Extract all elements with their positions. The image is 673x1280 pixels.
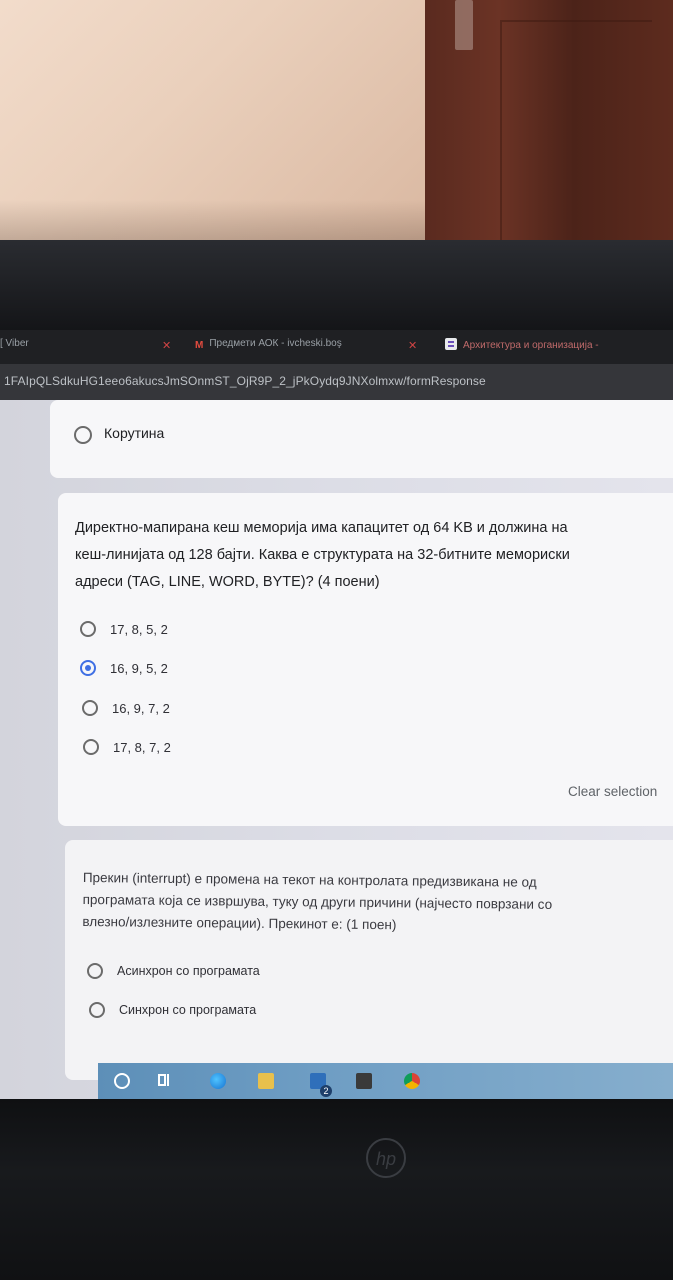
- chrome-icon[interactable]: [404, 1073, 420, 1089]
- radio-option-1[interactable]: [87, 963, 103, 979]
- form-page: Корутина Директно-мапирана кеш меморија …: [0, 400, 673, 1100]
- tab-forms-label: Архитектура и организација -: [463, 340, 599, 351]
- door-hinge: [455, 0, 473, 50]
- file-explorer-icon[interactable]: [258, 1073, 274, 1089]
- question-title: Прекин (interrupt) е промена на текот на…: [82, 867, 552, 938]
- tab-viber[interactable]: [ Viber: [0, 338, 150, 358]
- tab-gmail[interactable]: M Предмети АОК - ivcheski.boş: [195, 338, 405, 358]
- cortana-icon[interactable]: [114, 1073, 130, 1089]
- door-panel: [500, 20, 652, 252]
- option-label: Асинхрон со програмата: [117, 964, 260, 978]
- tab-viber-label: [ Viber: [0, 338, 29, 349]
- address-bar[interactable]: 1FAIpQLSdkuHG1eeo6akucsJmSOnmST_OjR9P_2_…: [0, 364, 673, 400]
- question-title: Директно-мапирана кеш меморија има капац…: [75, 515, 570, 596]
- gmail-icon: M: [195, 340, 204, 351]
- option-label: 17, 8, 5, 2: [110, 622, 168, 637]
- browser-tab-strip: [ Viber ✕ M Предмети АОК - ivcheski.boş ✕…: [0, 330, 673, 364]
- option-label: Корутина: [104, 425, 165, 441]
- radio-option-4[interactable]: [83, 739, 99, 755]
- option-label: 17, 8, 7, 2: [113, 740, 171, 755]
- option-label: 16, 9, 7, 2: [112, 701, 170, 716]
- radio-option-2-selected[interactable]: [80, 660, 96, 676]
- tab-close-icon[interactable]: ✕: [162, 339, 171, 352]
- question-line: Директно-мапирана кеш меморија има капац…: [75, 520, 568, 536]
- radio-option-1[interactable]: [80, 621, 96, 637]
- store-icon[interactable]: [356, 1073, 372, 1089]
- option-label: 16, 9, 5, 2: [110, 661, 168, 676]
- tab-gmail-label: Предмети АОК - ivcheski.boş: [209, 338, 342, 349]
- tab-close-icon[interactable]: ✕: [408, 339, 417, 352]
- question-card-cache: Директно-мапирана кеш меморија има капац…: [58, 493, 673, 826]
- forms-icon: [445, 338, 457, 350]
- tab-forms[interactable]: Архитектура и организација -: [445, 338, 673, 358]
- question-line: кеш-линијата од 128 бајти. Каква е струк…: [75, 547, 570, 563]
- option-label: Синхрон со програмата: [119, 1003, 257, 1017]
- question-line: адреси (TAG, LINE, WORD, BYTE)? (4 поени…: [75, 574, 380, 590]
- question-card-previous: Корутина: [50, 400, 673, 478]
- edge-icon[interactable]: [210, 1073, 226, 1089]
- clear-selection-button[interactable]: Clear selection: [568, 784, 657, 799]
- hp-logo: hp: [366, 1138, 406, 1178]
- laptop-bottom-bezel: [0, 1099, 673, 1280]
- radio-option-2[interactable]: [89, 1002, 105, 1018]
- windows-taskbar: 2: [98, 1063, 673, 1099]
- laptop-top-bezel: [0, 240, 673, 330]
- mail-badge: 2: [320, 1085, 332, 1097]
- task-view-icon[interactable]: [158, 1073, 174, 1089]
- url-text[interactable]: 1FAIpQLSdkuHG1eeo6akucsJmSOnmST_OjR9P_2_…: [4, 374, 486, 388]
- radio-option-3[interactable]: [82, 700, 98, 716]
- radio-button[interactable]: [74, 426, 92, 444]
- question-card-interrupt: Прекин (interrupt) е промена на текот на…: [65, 840, 673, 1080]
